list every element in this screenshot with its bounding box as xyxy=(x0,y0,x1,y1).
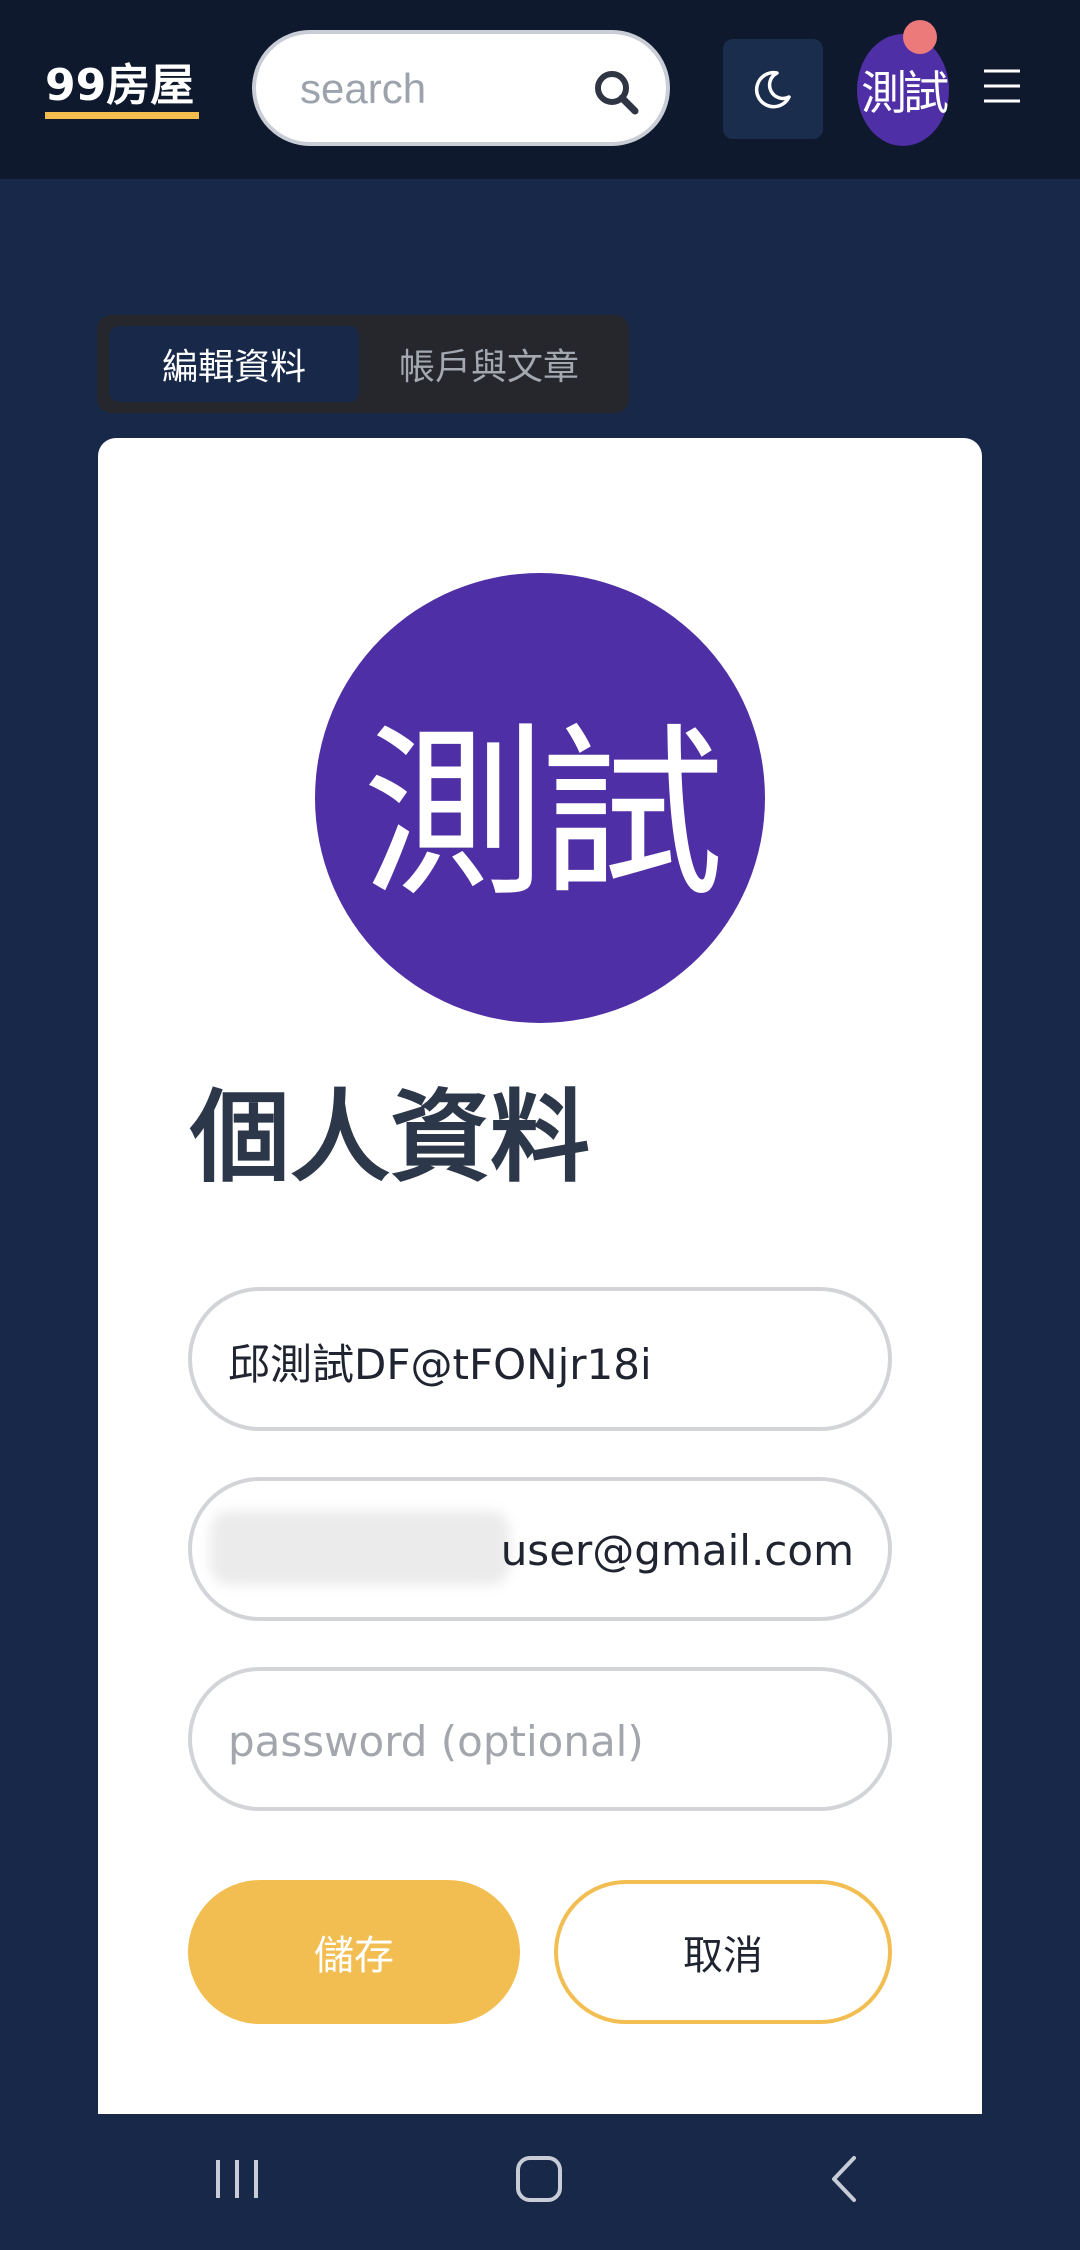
cancel-button[interactable]: 取消 xyxy=(554,1880,892,2024)
theme-toggle-button[interactable] xyxy=(723,39,823,139)
search-icon[interactable] xyxy=(592,68,640,116)
search-box xyxy=(252,30,670,146)
site-logo[interactable]: 99房屋 xyxy=(45,58,194,118)
recent-apps-icon[interactable] xyxy=(212,2154,262,2204)
email-redaction xyxy=(210,1511,510,1585)
email-field[interactable]: user@gmail.com xyxy=(501,1521,854,1581)
notification-badge xyxy=(903,20,937,54)
password-field-wrapper xyxy=(188,1667,892,1811)
save-button[interactable]: 儲存 xyxy=(188,1880,520,2024)
profile-tabs: 編輯資料 帳戶與文章 xyxy=(97,315,629,413)
system-navigation-bar xyxy=(0,2114,1080,2250)
user-avatar[interactable]: 測試 xyxy=(857,34,949,146)
email-field-wrapper[interactable]: user@gmail.com xyxy=(188,1477,892,1621)
page-title: 個人資料 xyxy=(190,1079,590,1196)
hamburger-menu-icon[interactable] xyxy=(980,66,1024,106)
name-field[interactable] xyxy=(228,1331,858,1391)
profile-avatar[interactable]: 測試 xyxy=(315,573,765,1023)
moon-icon xyxy=(754,70,791,109)
home-icon[interactable] xyxy=(514,2154,564,2204)
password-field[interactable] xyxy=(228,1711,858,1771)
back-icon[interactable] xyxy=(820,2154,870,2204)
name-field-wrapper xyxy=(188,1287,892,1431)
search-input[interactable] xyxy=(300,60,580,118)
tab-edit-profile[interactable]: 編輯資料 xyxy=(109,326,359,402)
tab-account-articles[interactable]: 帳戶與文章 xyxy=(359,326,619,402)
top-header: 99房屋 測試 xyxy=(0,0,1080,179)
logo-underline xyxy=(45,112,199,119)
